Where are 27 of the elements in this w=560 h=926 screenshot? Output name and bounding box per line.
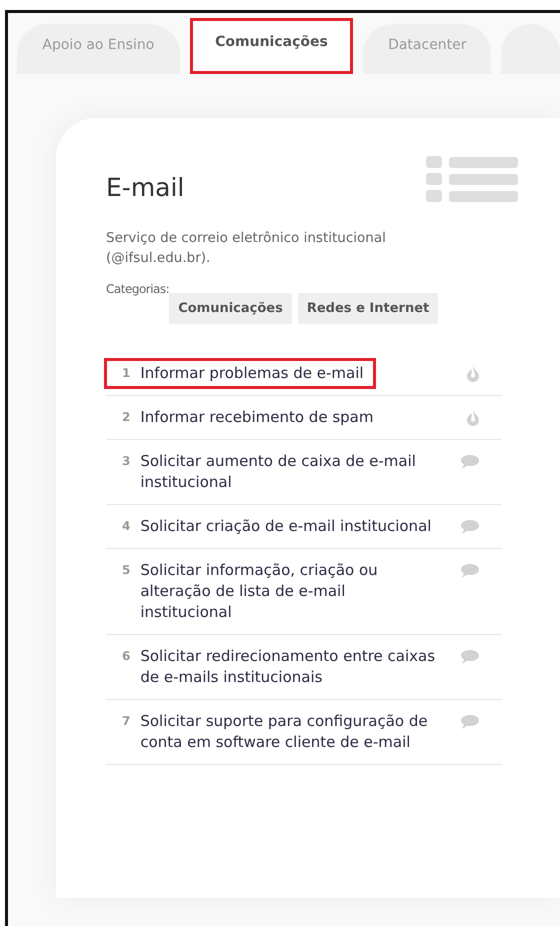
item-number: 5 (122, 562, 130, 579)
item-number: 4 (122, 518, 130, 535)
item-title: Solicitar criação de e-mail institucional (140, 516, 432, 537)
item-number: 3 (122, 453, 130, 470)
service-item[interactable]: 1 Informar problemas de e-mail (106, 360, 374, 387)
service-item[interactable]: 7 Solicitar suporte para configuração de conta em software cliente de e-mail (106, 708, 450, 756)
item-title: Informar problemas de e-mail (140, 363, 364, 384)
service-title: E-mail (106, 173, 184, 202)
service-item[interactable]: 2 Informar recebimento de spam (106, 404, 450, 431)
category-tag[interactable]: Redes e Internet (298, 293, 438, 324)
item-title: Solicitar informação, criação ou alteração de lista de e-mail institucional (140, 560, 379, 623)
service-item[interactable]: 4 Solicitar criação de e-mail institucional (106, 513, 450, 540)
service-description: Serviço de correio eletrônico institucional (@ifsul.edu.br). (106, 229, 386, 268)
categories-label: Categorias: (106, 282, 170, 296)
service-item[interactable]: 3 Solicitar aumento de caixa de e-mail institucional (106, 448, 450, 496)
item-number: 6 (122, 648, 130, 665)
category-tag[interactable]: Comunicações (169, 293, 292, 324)
item-title: Solicitar aumento de caixa de e-mail institucional (140, 451, 417, 493)
service-item[interactable]: 6 Solicitar redirecionamento entre caixas de e-mails institucionais (106, 643, 450, 691)
item-number: 2 (122, 409, 130, 426)
item-title: Informar recebimento de spam (140, 407, 374, 428)
item-title: Solicitar suporte para configuração de conta em software cliente de e-mail (140, 711, 429, 753)
tab[interactable]: Comunicações (190, 18, 354, 74)
service-item[interactable]: 5 Solicitar informação, criação ou alteração de lista de e-mail institucional (106, 557, 450, 626)
item-title: Solicitar redirecionamento entre caixas de e-mails institucionais (140, 646, 436, 688)
item-number: 1 (122, 365, 130, 382)
item-number: 7 (122, 713, 130, 730)
